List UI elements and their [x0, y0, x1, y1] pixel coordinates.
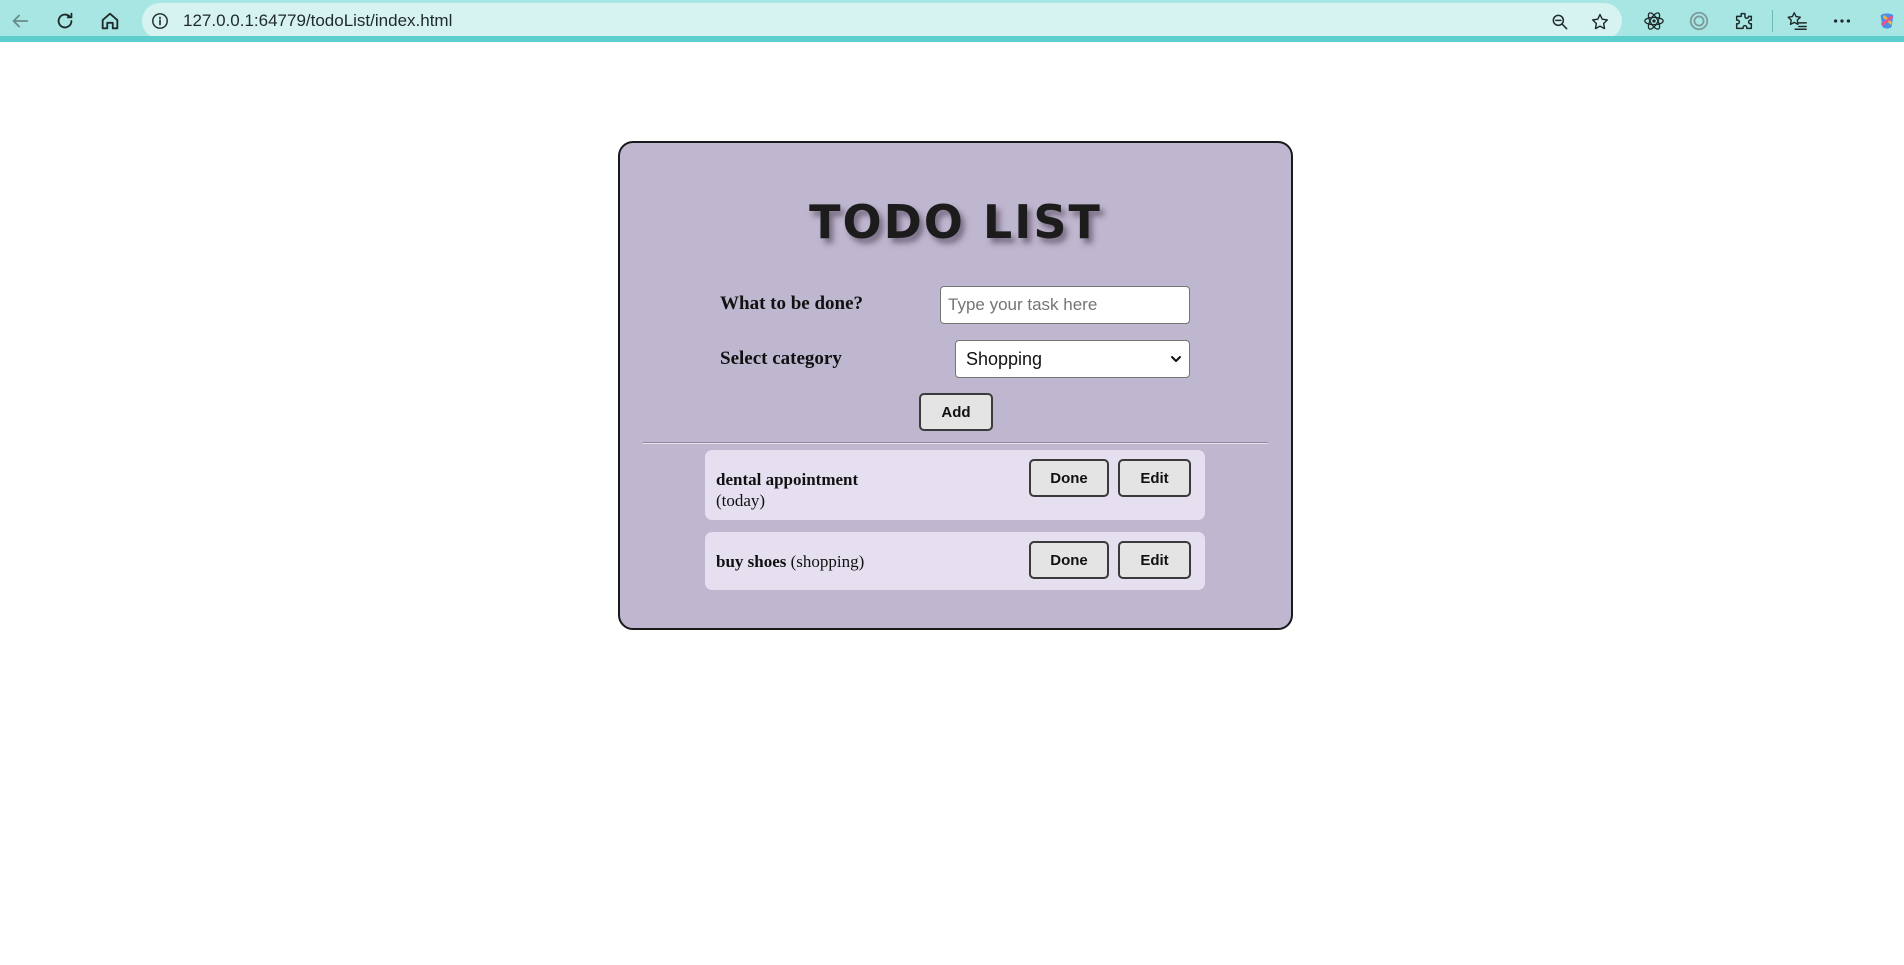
- done-button[interactable]: Done: [1029, 459, 1109, 497]
- task-label: What to be done?: [720, 293, 864, 314]
- todo-task-name: buy shoes: [716, 552, 787, 571]
- favorite-star-icon[interactable]: [1588, 10, 1612, 34]
- reload-button[interactable]: [50, 6, 80, 36]
- todo-category: (shopping): [790, 552, 865, 571]
- extensions-puzzle-icon[interactable]: [1729, 6, 1759, 36]
- browser-toolbar: 127.0.0.1:64779/todoList/index.html: [0, 0, 1904, 42]
- copilot-icon[interactable]: [1872, 6, 1902, 36]
- zoom-icon[interactable]: [1548, 10, 1572, 34]
- edit-button[interactable]: Edit: [1118, 459, 1191, 497]
- task-input[interactable]: [940, 286, 1190, 324]
- extension-ring-icon[interactable]: [1684, 6, 1714, 36]
- toolbar-divider: [1772, 10, 1773, 32]
- chevron-down-icon: [1171, 356, 1181, 362]
- back-button[interactable]: [5, 6, 35, 36]
- done-button[interactable]: Done: [1029, 541, 1109, 579]
- back-arrow-icon: [12, 14, 29, 28]
- react-extension-icon[interactable]: [1639, 6, 1669, 36]
- todo-category: (today): [716, 491, 766, 510]
- category-select[interactable]: Shopping: [955, 340, 1190, 378]
- add-button[interactable]: Add: [919, 393, 993, 431]
- todo-item-text: dental appointment (today): [716, 469, 858, 511]
- reload-icon: [57, 12, 73, 29]
- todo-item: dental appointment (today) Done Edit: [705, 450, 1205, 520]
- separator-line: [643, 442, 1268, 444]
- category-label: Select category: [720, 348, 842, 369]
- more-menu-icon[interactable]: [1827, 6, 1857, 36]
- todo-task-name: dental appointment: [716, 470, 859, 489]
- todo-item: buy shoes (shopping) Done Edit: [705, 532, 1205, 590]
- url-text[interactable]: 127.0.0.1:64779/todoList/index.html: [183, 3, 452, 39]
- address-bar[interactable]: 127.0.0.1:64779/todoList/index.html: [142, 3, 1622, 39]
- page-title: TODO LIST: [809, 195, 1102, 249]
- todo-card: TODO LIST What to be done? Select catego…: [618, 141, 1293, 630]
- site-info-icon[interactable]: [150, 11, 170, 31]
- favorites-icon[interactable]: [1782, 6, 1812, 36]
- category-selected-value: Shopping: [966, 348, 1043, 369]
- home-button[interactable]: [95, 6, 125, 36]
- home-icon: [101, 12, 119, 30]
- edit-button[interactable]: Edit: [1118, 541, 1191, 579]
- todo-item-text: buy shoes (shopping): [716, 551, 864, 572]
